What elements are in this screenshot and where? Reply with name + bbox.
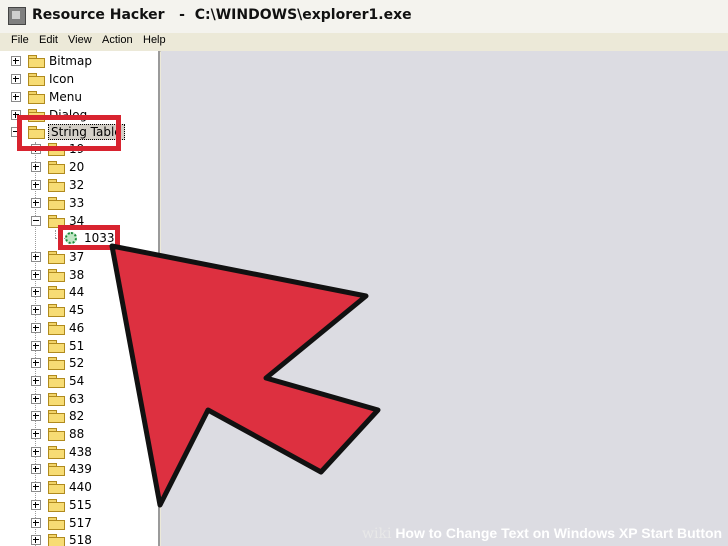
- screenshot-frame: Resource Hacker - C:\WINDOWS\explorer1.e…: [0, 0, 728, 546]
- watermark: wiki How to Change Text on Windows XP St…: [362, 525, 722, 542]
- arrow-shape: [109, 243, 381, 508]
- watermark-brand: wiki: [362, 526, 392, 542]
- pointer-arrow-annotation: [109, 243, 381, 508]
- watermark-text: How to Change Text on Windows XP Start B…: [395, 525, 723, 541]
